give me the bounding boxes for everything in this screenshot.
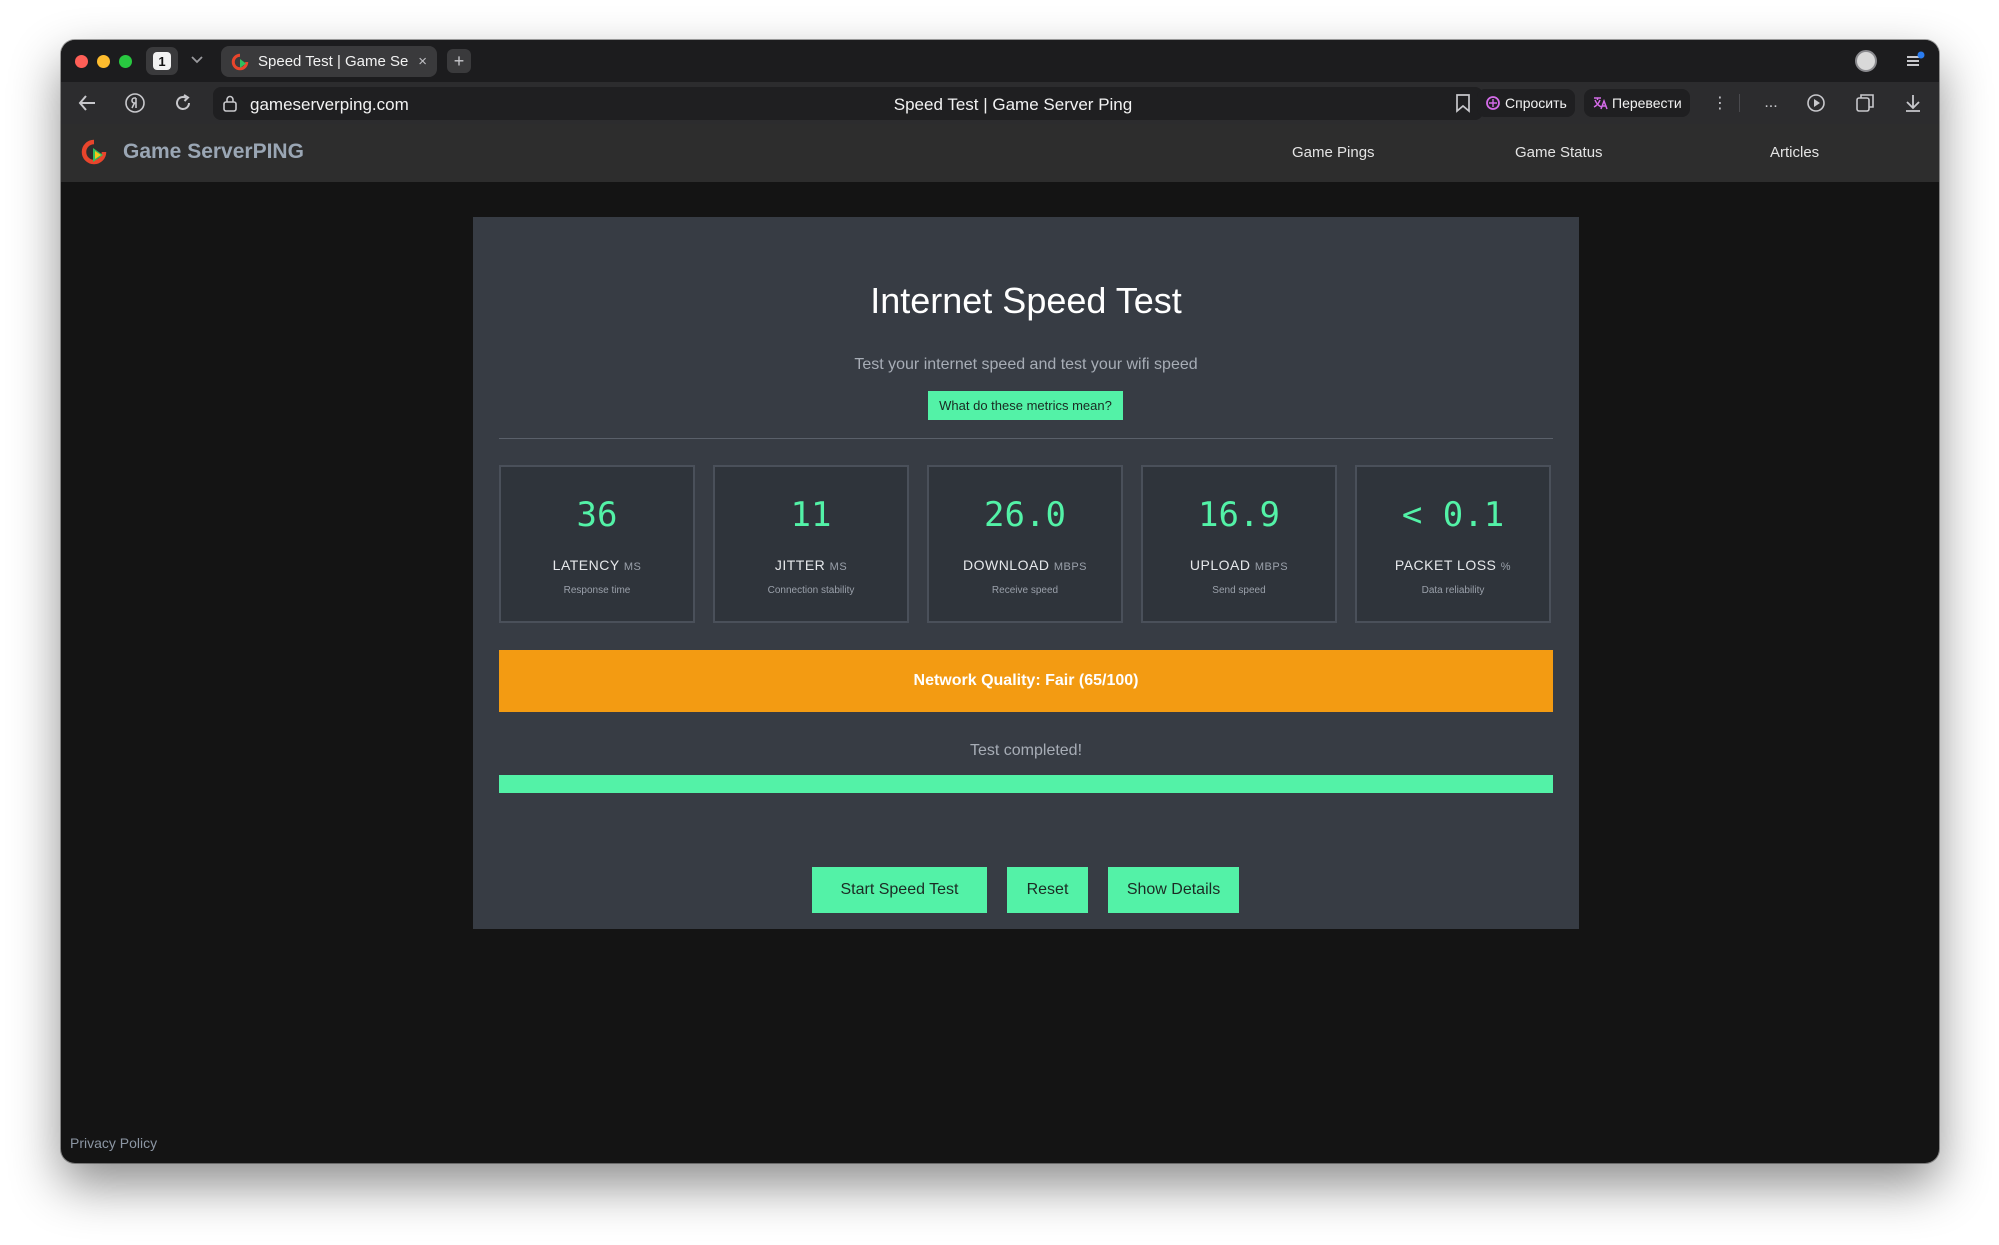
metric-latency: 36 LATENCY MS Response time — [499, 465, 695, 623]
metric-label: JITTER MS — [715, 557, 907, 573]
nav-articles[interactable]: Articles — [1770, 144, 1819, 161]
profile-avatar-icon[interactable] — [1855, 50, 1877, 72]
metric-unit: MS — [623, 561, 642, 573]
metric-unit: MBPS — [1053, 561, 1088, 573]
translate-label: Перевести — [1612, 95, 1682, 111]
metric-label: LATENCY MS — [501, 557, 693, 573]
yandex-logo-icon[interactable] — [123, 91, 147, 115]
metric-download: 26.0 DOWNLOAD MBPS Receive speed — [927, 465, 1123, 623]
site-favicon-icon — [231, 53, 249, 70]
tab-count: 1 — [153, 52, 171, 70]
sparkle-icon — [1486, 96, 1500, 110]
ask-label: Спросить — [1505, 95, 1567, 111]
test-status: Test completed! — [969, 742, 1083, 759]
new-tab-button[interactable]: + — [447, 49, 471, 73]
chevron-down-icon[interactable] — [187, 50, 207, 70]
metric-value: 26.0 — [984, 495, 1066, 535]
metric-packet-loss: < 0.1 PACKET LOSS % Data reliability — [1355, 465, 1551, 623]
network-quality-banner: Network Quality: Fair (65/100) — [499, 650, 1553, 712]
speed-test-card: Internet Speed Test Test your internet s… — [473, 217, 1579, 929]
tab-strip: 1 Speed Test | Game Serv × + — [61, 40, 1939, 82]
metric-upload: 16.9 UPLOAD MBPS Send speed — [1141, 465, 1337, 623]
metric-label-text: PACKET LOSS — [1394, 557, 1497, 573]
zoom-window-button[interactable] — [119, 55, 132, 68]
reset-button[interactable]: Reset — [1007, 867, 1088, 913]
bookmark-icon[interactable] — [1455, 94, 1471, 113]
metric-label-text: JITTER — [774, 557, 826, 573]
media-play-icon[interactable] — [1805, 91, 1829, 115]
metric-jitter: 11 JITTER MS Connection stability — [713, 465, 909, 623]
back-arrow-icon[interactable] — [75, 91, 99, 115]
tab-title: Speed Test | Game Serv — [258, 53, 408, 70]
lock-icon — [223, 95, 237, 112]
metric-label-text: DOWNLOAD — [962, 557, 1050, 573]
address-bar[interactable]: gameserverping.com Speed Test | Game Ser… — [213, 87, 1483, 120]
progress-fill — [499, 775, 1553, 793]
metric-value: < 0.1 — [1401, 495, 1505, 535]
metric-description: Connection stability — [767, 585, 855, 596]
address-toolbar: gameserverping.com Speed Test | Game Ser… — [61, 82, 1939, 124]
browser-window: 1 Speed Test | Game Serv × + gameserverp… — [61, 40, 1939, 1163]
show-details-button[interactable]: Show Details — [1108, 867, 1239, 913]
privacy-policy-link[interactable]: Privacy Policy — [70, 1135, 157, 1151]
more-options-icon[interactable]: ⋮ — [1708, 91, 1732, 115]
metric-label-text: LATENCY — [552, 557, 620, 573]
metric-value: 11 — [790, 495, 832, 535]
extensions-overflow-icon[interactable]: ... — [1759, 91, 1783, 115]
reload-icon[interactable] — [171, 91, 195, 115]
metric-value: 36 — [576, 495, 618, 535]
site-logo-icon[interactable] — [81, 139, 107, 165]
browser-tab[interactable]: Speed Test | Game Serv × — [221, 46, 437, 77]
translate-button[interactable]: Перевести — [1584, 89, 1690, 117]
nav-game-status[interactable]: Game Status — [1515, 144, 1603, 161]
metric-unit: MBPS — [1254, 561, 1289, 573]
translate-icon — [1593, 97, 1608, 110]
site-header: Game ServerPING Game Pings Game Status A… — [61, 124, 1939, 182]
metric-unit: % — [1500, 561, 1512, 573]
page-title-display: Speed Test | Game Server Ping — [893, 95, 1133, 114]
tabs-menu-icon[interactable] — [1905, 51, 1925, 71]
page-subtitle: Test your internet speed and test your w… — [854, 356, 1198, 373]
close-tab-icon[interactable]: × — [418, 53, 427, 70]
metric-value: 16.9 — [1198, 495, 1280, 535]
url-text: gameserverping.com — [250, 95, 409, 114]
metric-description: Receive speed — [991, 585, 1059, 596]
metric-description: Response time — [563, 585, 631, 596]
nav-game-pings[interactable]: Game Pings — [1292, 144, 1375, 161]
metric-label-text: UPLOAD — [1189, 557, 1251, 573]
site-brand[interactable]: Game ServerPING — [123, 140, 304, 164]
metric-label: PACKET LOSS % — [1357, 557, 1549, 573]
close-window-button[interactable] — [75, 55, 88, 68]
metric-unit: MS — [829, 561, 848, 573]
metric-label: UPLOAD MBPS — [1143, 557, 1335, 573]
page-title: Internet Speed Test — [870, 280, 1182, 321]
metrics-info-button[interactable]: What do these metrics mean? — [928, 391, 1123, 420]
metric-description: Send speed — [1212, 585, 1266, 596]
ask-ai-button[interactable]: Спросить — [1477, 89, 1575, 117]
metric-label: DOWNLOAD MBPS — [929, 557, 1121, 573]
start-speed-test-button[interactable]: Start Speed Test — [812, 867, 987, 913]
metric-description: Data reliability — [1421, 585, 1485, 596]
progress-bar — [499, 775, 1553, 793]
tab-counter-button[interactable]: 1 — [146, 47, 178, 75]
collections-icon[interactable] — [1853, 91, 1877, 115]
download-icon[interactable] — [1901, 91, 1925, 115]
toolbar-divider — [1739, 94, 1740, 112]
minimize-window-button[interactable] — [97, 55, 110, 68]
section-divider — [499, 438, 1553, 439]
